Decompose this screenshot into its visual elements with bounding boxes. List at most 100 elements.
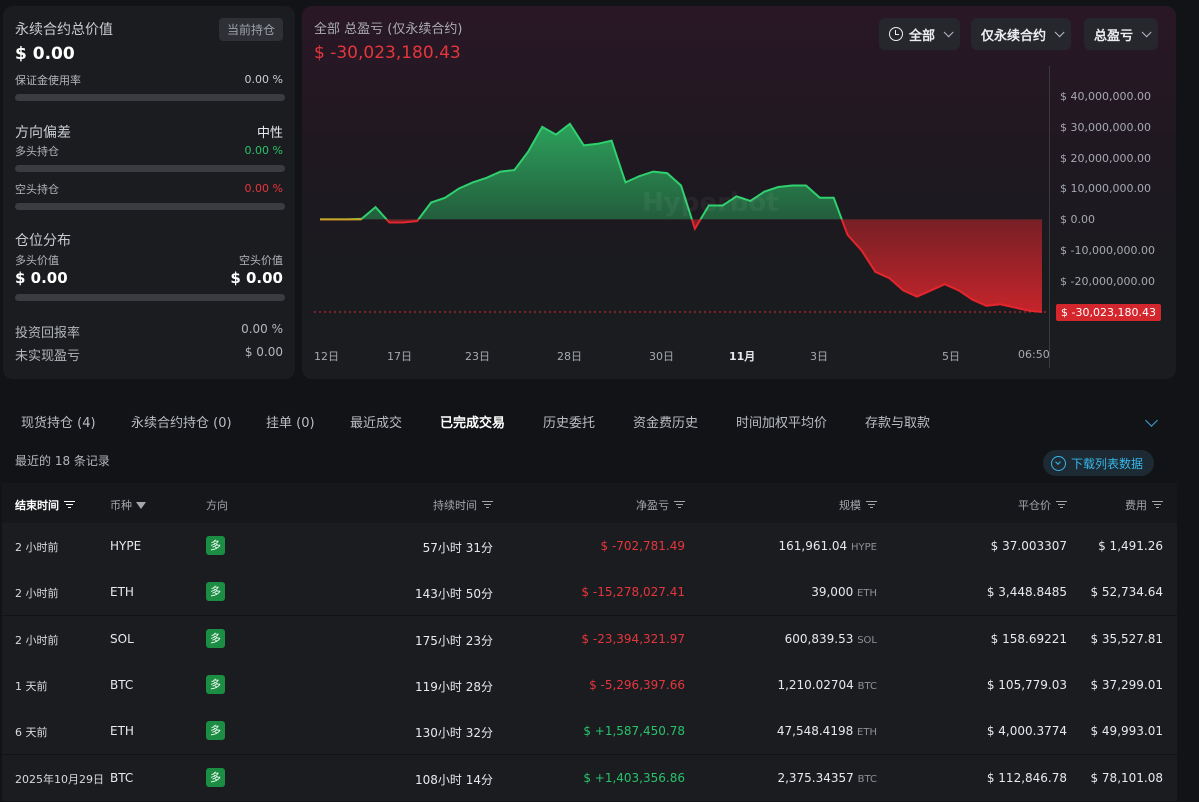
cell-size: 600,839.53 SOL: [784, 631, 877, 646]
table-row[interactable]: 2 小时前 HYPE 多 57小时 31分 $ -702,781.49 161,961.0…: [2, 523, 1177, 569]
y-tick-label: $ -10,000,000.00: [1060, 244, 1155, 257]
cell-size: 161,961.04 HYPE: [778, 539, 877, 553]
time-range-dropdown[interactable]: 全部: [879, 18, 961, 50]
cell-close-price: $ 112,846.78: [986, 770, 1067, 785]
tab-order-history[interactable]: 历史委托: [543, 412, 595, 431]
chart-title: 全部 总盈亏 (仅永续合约): [314, 22, 463, 37]
cell-fee: $ 37,299.01: [1090, 677, 1163, 692]
perp-total-value-label: 永续合约总价值: [15, 22, 113, 38]
cell-coin[interactable]: HYPE: [110, 539, 141, 553]
table-row[interactable]: 2025年10月29日 BTC 多 108小时 14分 $ +1,403,356.86 2…: [2, 754, 1177, 801]
y-tick-label: $ -20,000,000.00: [1060, 275, 1155, 288]
long-position-bar: [15, 165, 285, 172]
cell-end-time: 1 天前: [15, 679, 48, 693]
cell-duration: 175小时 23分: [415, 633, 493, 648]
cell-net-pnl: $ +1,587,450.78: [583, 724, 685, 739]
cell-net-pnl: $ +1,403,356.86: [583, 770, 685, 785]
tab-open-orders[interactable]: 挂单 (0): [266, 412, 315, 431]
x-tick-label: 23日: [465, 350, 490, 363]
short-value-label: 空头价值: [239, 254, 283, 267]
x-tick-label: 28日: [557, 350, 582, 363]
x-tick-label: 06:50: [1018, 348, 1050, 361]
cell-size: 39,000 ETH: [811, 585, 877, 600]
x-tick-label: 17日: [387, 350, 412, 363]
cell-fee: $ 49,993.01: [1090, 724, 1163, 739]
pnl-metric-label: 总盈亏: [1094, 28, 1134, 44]
cell-coin[interactable]: SOL: [110, 632, 134, 646]
y-tick-label: $ 0.00: [1060, 213, 1095, 226]
contract-type-label: 仅永续合约: [981, 28, 1047, 44]
cell-end-time: 2025年10月29日: [15, 772, 104, 786]
current-position-badge[interactable]: 当前持仓: [218, 18, 283, 41]
y-tick-label: $ 10,000,000.00: [1060, 182, 1151, 195]
margin-usage-value: 0.00 %: [244, 73, 283, 86]
cell-net-pnl: $ -15,278,027.41: [581, 585, 685, 600]
cell-net-pnl: $ -5,296,397.66: [589, 677, 685, 692]
chevron-down-icon[interactable]: [1145, 414, 1158, 427]
header-close-price[interactable]: 平仓价: [1018, 497, 1067, 513]
roi-value: 0.00 %: [241, 322, 283, 336]
x-tick-label: 11月: [729, 350, 756, 363]
y-tick-label: $ 40,000,000.00: [1060, 90, 1151, 103]
table-row[interactable]: 1 天前 BTC 多 119小时 28分 $ -5,296,397.66 1,210.02…: [2, 661, 1177, 708]
last-value-tag: $ -30,023,180.43: [1056, 304, 1161, 321]
tab-perp-positions[interactable]: 永续合约持仓 (0): [131, 412, 232, 431]
cell-size: 47,548.4198 ETH: [776, 724, 877, 739]
tab-spot-positions[interactable]: 现货持仓 (4): [21, 412, 96, 431]
table-row[interactable]: 6 天前 ETH 多 130小时 32分 $ +1,587,450.78 47,548.4…: [2, 708, 1177, 755]
cell-coin[interactable]: BTC: [110, 678, 133, 692]
table-row[interactable]: 2 小时前 SOL 多 175小时 23分 $ -23,394,321.97 600,83…: [2, 615, 1177, 662]
cell-fee: $ 78,101.08: [1090, 770, 1163, 785]
header-end-time[interactable]: 结束时间: [15, 497, 75, 513]
tab-funding-history[interactable]: 资金费历史: [633, 412, 698, 431]
pnl-chart-card: Hyperbot 全部 总盈亏 (仅永续合约) $ -30,023,180.43…: [302, 6, 1176, 379]
tab-recent-fills[interactable]: 最近成交: [350, 412, 402, 431]
long-value-amount: $ 0.00: [15, 269, 68, 287]
cell-close-price: $ 3,448.8485: [986, 585, 1067, 600]
direction-long-badge: 多: [206, 767, 225, 787]
cell-coin[interactable]: BTC: [110, 771, 133, 785]
x-tick-label: 5日: [942, 350, 960, 363]
cell-duration: 119小时 28分: [415, 679, 493, 694]
cell-duration: 130小时 32分: [415, 726, 493, 741]
margin-usage-bar: [15, 94, 285, 101]
cell-coin[interactable]: ETH: [110, 585, 134, 599]
header-coin[interactable]: 币种: [110, 497, 146, 513]
direction-long-badge: 多: [206, 628, 225, 648]
x-tick-label: 30日: [649, 350, 674, 363]
download-list-button[interactable]: 下载列表数据: [1043, 450, 1155, 476]
chevron-down-icon: [1054, 26, 1065, 37]
tab-completed-trades[interactable]: 已完成交易: [440, 412, 505, 431]
cell-duration: 143小时 50分: [415, 587, 493, 602]
direction-bias-label: 方向偏差: [15, 125, 71, 141]
cell-size: 2,375.34357 BTC: [777, 770, 877, 785]
cell-duration: 57小时 31分: [422, 541, 493, 555]
sort-icon: [1056, 501, 1067, 509]
direction-bias-value: 中性: [256, 126, 283, 141]
cell-close-price: $ 158.69221: [990, 631, 1067, 646]
pnl-metric-dropdown[interactable]: 总盈亏: [1084, 18, 1159, 50]
header-fee[interactable]: 费用: [1125, 497, 1163, 513]
header-size[interactable]: 规模: [839, 497, 877, 513]
cell-close-price: $ 105,779.03: [986, 677, 1067, 692]
margin-usage-label: 保证金使用率: [15, 74, 81, 87]
tab-twap[interactable]: 时间加权平均价: [736, 412, 827, 431]
short-position-value: 0.00 %: [244, 182, 283, 195]
record-count: 最近的 18 条记录: [15, 454, 110, 468]
tab-deposits-withdrawals[interactable]: 存款与取款: [865, 412, 930, 431]
direction-long-badge: 多: [206, 536, 225, 555]
unrealized-pnl-value: $ 0.00: [244, 345, 283, 359]
table-row[interactable]: 2 小时前 ETH 多 143小时 50分 $ -15,278,027.41 39,000…: [2, 569, 1177, 616]
cell-coin[interactable]: ETH: [110, 724, 134, 738]
header-duration[interactable]: 持续时间: [433, 497, 493, 513]
cell-end-time: 6 天前: [15, 726, 48, 740]
contract-type-dropdown[interactable]: 仅永续合约: [971, 18, 1072, 50]
long-position-value: 0.00 %: [244, 144, 283, 157]
direction-long-badge: 多: [206, 674, 225, 694]
header-net-pnl[interactable]: 净盈亏: [636, 497, 685, 513]
history-tabs: 现货持仓 (4) 永续合约持仓 (0) 挂单 (0) 最近成交 已完成交易 历史…: [0, 400, 1176, 440]
x-tick-label: 3日: [810, 350, 828, 363]
chevron-down-icon: [1141, 26, 1152, 37]
perp-total-value: $ 0.00: [15, 44, 75, 64]
sort-icon: [674, 501, 685, 509]
